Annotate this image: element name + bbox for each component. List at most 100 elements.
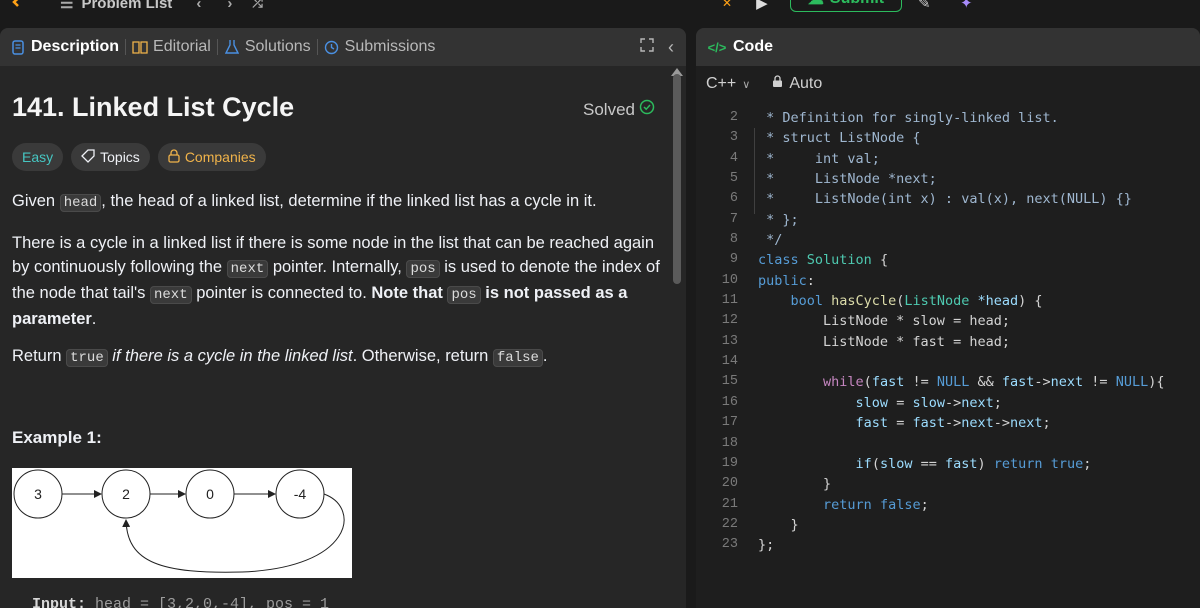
tab-code-label: Code — [733, 38, 773, 55]
book-icon — [132, 39, 148, 55]
description-paragraph: Return true if there is a cycle in the l… — [12, 344, 662, 370]
diagram-node-label: 0 — [206, 486, 214, 502]
line-number: 23 — [721, 537, 738, 553]
line-number: 14 — [721, 354, 738, 370]
text-span: Return — [12, 347, 67, 365]
debug-icon[interactable]: ✕ — [722, 0, 732, 10]
code-line: slow = slow->next; — [855, 394, 1002, 411]
leetcode-logo-icon[interactable] — [8, 0, 28, 12]
diagram-node: 2 — [101, 469, 151, 519]
solved-status: Solved — [583, 99, 655, 120]
language-select[interactable]: C++ ∨ — [706, 75, 750, 93]
code-line: }; — [758, 537, 775, 554]
line-number: 9 — [729, 252, 738, 268]
code-tabbar: </> Code — [696, 28, 1200, 66]
code-icon: </> — [707, 39, 727, 55]
check-circle-icon — [639, 99, 655, 120]
history-icon — [324, 39, 340, 55]
text-span: Given — [12, 192, 60, 210]
diagram-node-label: 2 — [122, 486, 130, 502]
problem-list-link[interactable]: ☰ Problem List ‹ › ⤮ — [60, 0, 263, 14]
diagram-node: 0 — [185, 469, 235, 519]
tab-code[interactable]: </> Code — [706, 28, 773, 66]
flask-icon — [224, 39, 240, 55]
prev-problem-icon[interactable]: ‹ — [196, 0, 201, 12]
tab-divider — [125, 39, 127, 55]
tab-description[interactable]: Description — [10, 28, 119, 66]
line-number: 4 — [729, 150, 738, 166]
inline-code: pos — [406, 260, 440, 278]
problem-title: 141. Linked List Cycle — [12, 92, 295, 122]
run-controls: ✕ ▶ — [722, 0, 768, 14]
submit-button[interactable]: ☁ Submit — [790, 0, 902, 12]
line-number: 10 — [721, 272, 738, 288]
next-problem-icon[interactable]: › — [227, 0, 232, 12]
tab-divider — [216, 39, 218, 55]
code-panel: </> Code C++ ∨ Auto 2 3 4 5 6 7 8 9 10 11 12 13 14 15… — [696, 28, 1200, 608]
tab-solutions[interactable]: Solutions — [224, 28, 311, 66]
description-tabbar: Description Editorial Solutions Submissi… — [0, 28, 686, 66]
example-heading: Example 1: — [12, 428, 102, 447]
code-line: public: — [758, 272, 815, 289]
ai-sparkle-icon[interactable]: ✦ — [960, 0, 973, 14]
notes-icon[interactable]: ✎ — [918, 0, 931, 14]
code-line: * int val; — [758, 150, 880, 167]
italic-text: if there is a cycle in the linked list — [107, 347, 353, 365]
text-span: pointer is connected to. — [191, 284, 372, 302]
inline-code: true — [66, 349, 108, 367]
run-icon[interactable]: ▶ — [756, 0, 768, 12]
code-line: } — [758, 476, 832, 493]
code-line: if(slow == fast) return true; — [855, 455, 1092, 472]
inline-code: pos — [447, 286, 481, 304]
diagram-node-label: -4 — [294, 486, 307, 502]
upload-cloud-icon: ☁ — [808, 0, 824, 9]
line-number: 12 — [721, 313, 738, 329]
text-span: . — [542, 347, 548, 365]
companies-button[interactable]: Companies — [157, 143, 266, 171]
lock-icon — [168, 148, 180, 166]
panel-tools: ‹ — [640, 28, 674, 66]
tab-submissions-label: Submissions — [344, 38, 436, 55]
description-paragraph: There is a cycle in a linked list if the… — [12, 231, 664, 331]
text-span: . — [91, 310, 97, 328]
inline-code: next — [226, 260, 269, 278]
diagram-node: -4 — [275, 469, 325, 519]
line-number: 21 — [721, 496, 738, 512]
text-span: . Otherwise, return — [352, 347, 493, 365]
tab-description-label: Description — [31, 38, 120, 55]
example-input: Input: head = [3,2,0,-4], pos = 1 — [32, 596, 329, 608]
code-editor[interactable]: * Definition for singly-linked list. * s… — [758, 108, 1164, 556]
collapse-chevron-icon[interactable]: ‹ — [668, 37, 674, 58]
tab-solutions-label: Solutions — [244, 38, 311, 55]
tab-divider — [316, 39, 318, 55]
problem-badges: Easy Topics Companies — [12, 143, 266, 171]
code-line: * Definition for singly-linked list. — [758, 110, 1059, 126]
line-number: 19 — [721, 455, 738, 471]
description-scrollbar[interactable] — [673, 74, 681, 284]
companies-label: Companies — [184, 149, 256, 165]
tag-icon — [81, 148, 95, 166]
maximize-icon[interactable] — [640, 37, 654, 57]
line-number: 17 — [721, 415, 738, 431]
tab-editorial[interactable]: Editorial — [132, 28, 211, 66]
topics-button[interactable]: Topics — [71, 143, 150, 171]
auto-mode[interactable]: Auto — [772, 75, 822, 93]
code-line: while(fast != NULL && fast->next != NULL… — [823, 374, 1165, 391]
problem-list-label: Problem List — [81, 0, 173, 12]
line-number: 16 — [721, 394, 738, 410]
line-number: 22 — [721, 516, 738, 532]
line-number-gutter: 2 3 4 5 6 7 8 9 10 11 12 13 14 15 16 17 18 19 20 21 22 23 — [696, 108, 738, 556]
line-number: 15 — [721, 374, 738, 390]
linked-list-diagram: 3 2 0 -4 — [12, 468, 352, 578]
tab-submissions[interactable]: Submissions — [324, 28, 436, 66]
code-line: ListNode * slow = head; — [758, 313, 1010, 330]
comment-fold-guide — [754, 128, 755, 214]
difficulty-badge: Easy — [12, 143, 64, 171]
inline-code: next — [150, 286, 192, 304]
shuffle-icon[interactable]: ⤮ — [252, 0, 262, 11]
line-number: 8 — [729, 232, 738, 248]
list-icon: ☰ — [60, 0, 74, 12]
code-line: * ListNode(int x) : val(x), next(NULL) {… — [758, 191, 1132, 208]
code-line: fast = fast->next->next; — [855, 415, 1051, 432]
